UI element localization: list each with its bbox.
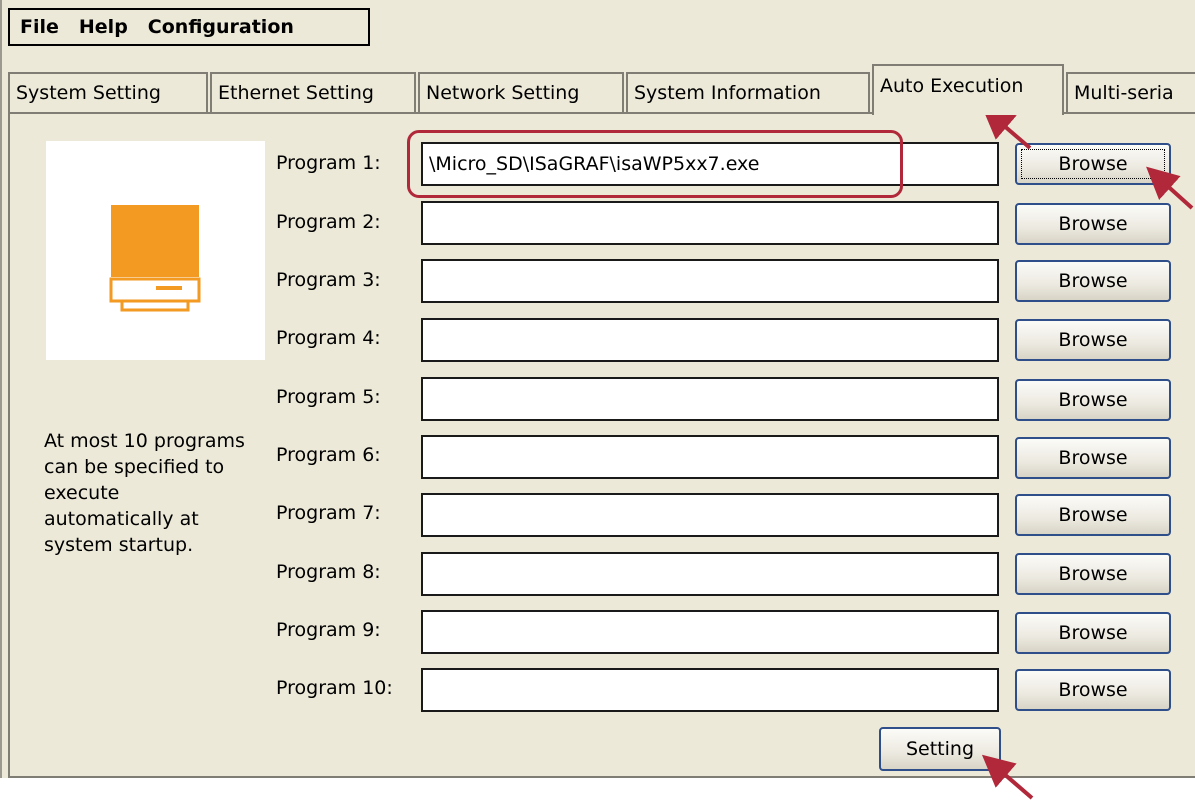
program-1-label: Program 1:: [276, 152, 381, 174]
program-8-browse-button[interactable]: Browse: [1015, 553, 1171, 595]
program-7-label: Program 7:: [276, 502, 381, 524]
tab-ethernet-setting[interactable]: Ethernet Setting: [210, 72, 416, 112]
description-text: At most 10 programs can be specified to …: [44, 430, 245, 556]
computer-icon: [109, 205, 201, 312]
program-8-input[interactable]: [421, 552, 999, 596]
tab-system-information[interactable]: System Information: [626, 72, 870, 112]
program-2-input[interactable]: [421, 201, 999, 245]
program-9-input[interactable]: [421, 610, 999, 654]
program-4-browse-button[interactable]: Browse: [1015, 319, 1171, 361]
program-7-browse-button[interactable]: Browse: [1015, 494, 1171, 536]
program-9-browse-button[interactable]: Browse: [1015, 612, 1171, 654]
menu-help[interactable]: Help: [69, 10, 138, 44]
program-10-label: Program 10:: [276, 677, 393, 699]
icon-area: [46, 141, 265, 360]
program-3-input[interactable]: [421, 259, 999, 303]
program-5-label: Program 5:: [276, 386, 381, 408]
program-8-label: Program 8:: [276, 561, 381, 583]
app-window: File Help Configuration System Setting E…: [0, 0, 1195, 778]
menu-file[interactable]: File: [10, 10, 69, 44]
program-2-browse-button[interactable]: Browse: [1015, 203, 1171, 245]
tab-multi-serial[interactable]: Multi-seria: [1066, 72, 1195, 112]
focus-ring: [1021, 149, 1165, 179]
program-6-input[interactable]: [421, 435, 999, 479]
menu-bar: File Help Configuration: [8, 8, 370, 46]
program-5-browse-button[interactable]: Browse: [1015, 379, 1171, 421]
tab-system-setting[interactable]: System Setting: [8, 72, 208, 112]
program-10-browse-button[interactable]: Browse: [1015, 669, 1171, 711]
program-9-label: Program 9:: [276, 619, 381, 641]
program-2-label: Program 2:: [276, 211, 381, 233]
program-3-label: Program 3:: [276, 269, 381, 291]
program-4-label: Program 4:: [276, 327, 381, 349]
program-5-input[interactable]: [421, 377, 999, 421]
program-4-input[interactable]: [421, 318, 999, 362]
menu-configuration[interactable]: Configuration: [138, 10, 304, 44]
program-10-input[interactable]: [421, 668, 999, 712]
program-6-browse-button[interactable]: Browse: [1015, 437, 1171, 479]
tab-auto-execution[interactable]: Auto Execution: [872, 64, 1064, 115]
program-6-label: Program 6:: [276, 444, 381, 466]
tab-strip: System Setting Ethernet Setting Network …: [8, 64, 1195, 115]
program-3-browse-button[interactable]: Browse: [1015, 260, 1171, 302]
tab-network-setting[interactable]: Network Setting: [418, 72, 624, 112]
program-1-input[interactable]: \Micro_SD\ISaGRAF\isaWP5xx7.exe: [421, 142, 999, 186]
program-7-input[interactable]: [421, 493, 999, 537]
program-1-browse-button[interactable]: Browse: [1015, 143, 1171, 185]
setting-button[interactable]: Setting: [879, 727, 1001, 771]
